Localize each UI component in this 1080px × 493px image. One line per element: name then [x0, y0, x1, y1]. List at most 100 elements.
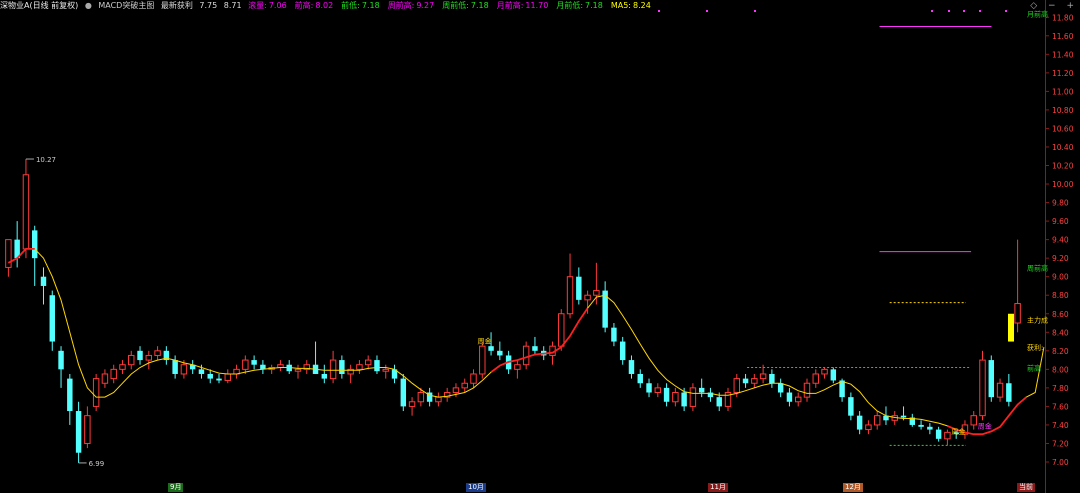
- header-field-value: 9.27: [416, 1, 435, 10]
- header-field-value: 7.18: [361, 1, 380, 10]
- candle-body-up: [22, 174, 30, 250]
- candle-body-up: [382, 368, 389, 372]
- candle-body-down: [839, 380, 845, 398]
- right-label: 前高: [1027, 363, 1041, 372]
- y-tick-label: 8.00: [1052, 365, 1069, 374]
- candle-body-up: [119, 364, 126, 370]
- profit-bar: [1008, 313, 1014, 342]
- y-tick-label: 11.80: [1052, 13, 1074, 22]
- y-tick-label: 7.00: [1052, 458, 1069, 467]
- candle-body-down: [198, 369, 205, 374]
- period-tag[interactable]: 当前: [1017, 483, 1035, 492]
- diamond-icon[interactable]: ◇: [1030, 1, 1037, 11]
- candle-body-down: [707, 392, 714, 398]
- candle-body-down: [260, 364, 266, 370]
- y-tick-label: 10.80: [1052, 106, 1074, 115]
- candle-body-up: [417, 392, 425, 403]
- y-tick-label: 8.40: [1052, 328, 1069, 337]
- candle-body-down: [339, 360, 345, 374]
- header-field-label: 周前低:: [442, 1, 469, 10]
- candle-body-up: [672, 392, 679, 403]
- profit-second-value: 8.71: [223, 1, 242, 10]
- top-right-controls: ◇ − +: [1022, 0, 1074, 12]
- header-field-label: 前低:: [341, 1, 360, 10]
- candle-body-down: [391, 369, 398, 379]
- candle-body-down: [40, 276, 47, 286]
- candle-body-up: [970, 415, 977, 426]
- candle-body-up: [566, 276, 574, 315]
- candle-body-down: [374, 360, 380, 372]
- candle-body-up: [549, 345, 556, 356]
- candle-body-up: [584, 294, 591, 301]
- candle-body-down: [681, 392, 687, 407]
- header-field-7: MA5: 8.24: [611, 1, 655, 10]
- plus-icon[interactable]: +: [1066, 1, 1074, 11]
- candle-body-down: [856, 415, 863, 430]
- y-tick-label: 11.20: [1052, 69, 1074, 78]
- candle-body-up: [435, 396, 442, 403]
- candle-body-up: [891, 415, 898, 421]
- indicator-dot-icon: ●: [84, 1, 92, 10]
- candle-body-up: [303, 364, 310, 370]
- minus-icon[interactable]: −: [1048, 1, 1056, 11]
- latest-profit-label: 最新获利: [160, 1, 193, 10]
- signal-label: 周金: [478, 336, 492, 345]
- candle-body-down: [312, 364, 319, 374]
- candle-body-down: [830, 369, 837, 381]
- header-field-3: 周前高: 9.27: [388, 1, 439, 10]
- candle-body-up: [794, 396, 802, 403]
- candle-body-up: [961, 424, 969, 435]
- candle-body-up: [329, 359, 337, 380]
- header-field-6: 月前低: 7.18: [556, 1, 607, 10]
- candle-body-down: [698, 387, 705, 393]
- candle-body-down: [988, 360, 995, 398]
- candle-body-up: [145, 354, 153, 361]
- y-tick-label: 7.40: [1052, 421, 1069, 430]
- indicator-label[interactable]: MACD突破主图: [98, 1, 154, 10]
- candle-body-down: [777, 383, 784, 393]
- ma-trend-segment: [7, 248, 35, 264]
- candle-body-down: [576, 276, 582, 300]
- candle-body-down: [207, 373, 213, 379]
- candle-body-down: [286, 364, 292, 372]
- candle-body-up: [110, 368, 117, 380]
- period-tag[interactable]: 9月: [168, 483, 184, 492]
- candle-body-up: [224, 373, 232, 381]
- candle-body-up: [479, 345, 486, 375]
- candle-body-up: [873, 415, 881, 426]
- ma-trend-segment: [947, 396, 1027, 436]
- header-bar: 深物业A(日线 前复权) ● MACD突破主图 最新获利 7.75 8.71 滚…: [0, 0, 1040, 12]
- candle-body-up: [154, 350, 161, 356]
- candle-body-up: [242, 359, 249, 370]
- y-tick-label: 10.60: [1052, 124, 1074, 133]
- candle-body-up: [408, 401, 416, 407]
- header-field-4: 周前低: 7.18: [442, 1, 493, 10]
- period-tag[interactable]: 11月: [708, 483, 728, 492]
- latest-profit-value: 7.75: [199, 1, 218, 10]
- period-tag[interactable]: 10月: [466, 483, 486, 492]
- candle-body-down: [14, 239, 20, 259]
- price-marker-label: 10.27: [36, 156, 56, 164]
- candle-body-down: [532, 346, 538, 351]
- y-tick-label: 10.20: [1052, 162, 1074, 171]
- y-tick-label: 8.20: [1052, 347, 1069, 356]
- candlestick-plot[interactable]: 11.80 11.60 11.40 11.20 11.00 10.80 10.60 10.40…: [0, 0, 1080, 493]
- candle-body-up: [233, 368, 240, 375]
- ma-trend-segment: [490, 307, 589, 373]
- header-field-1: 前高: 8.02: [295, 1, 338, 10]
- stock-chart[interactable]: 深物业A(日线 前复权) ● MACD突破主图 最新获利 7.75 8.71 滚…: [0, 0, 1080, 493]
- y-tick-label: 9.20: [1052, 254, 1069, 263]
- period-tag[interactable]: 12月: [843, 483, 863, 492]
- candle-body-down: [900, 415, 907, 418]
- candle-body-up: [5, 239, 12, 268]
- candle-body-down: [163, 350, 170, 361]
- candle-body-down: [321, 373, 328, 379]
- header-field-label: 月前高:: [496, 1, 524, 10]
- candle-body-up: [821, 368, 828, 375]
- candle-body-up: [751, 378, 758, 384]
- candle-body-up: [452, 387, 460, 394]
- stock-label[interactable]: 深物业A(日线 前复权): [0, 1, 78, 10]
- header-field-label: MA5:: [610, 1, 632, 10]
- candle-body-down: [49, 295, 55, 342]
- candle-body-down: [602, 290, 608, 328]
